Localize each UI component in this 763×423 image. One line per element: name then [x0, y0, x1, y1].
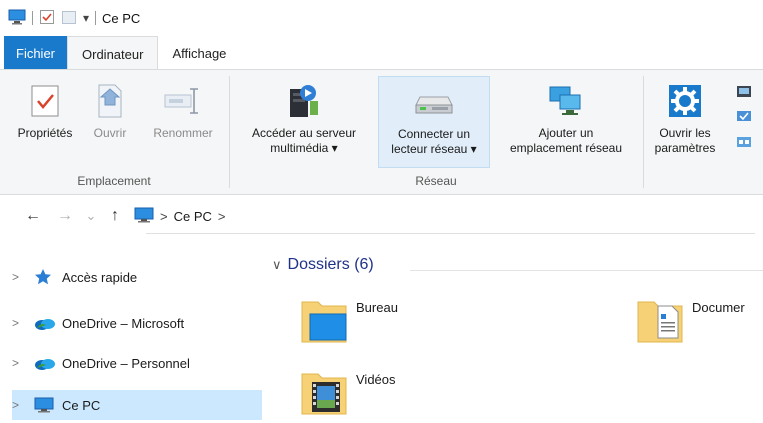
open-settings-label-1: Ouvrir les — [659, 126, 711, 140]
videos-folder-icon — [300, 366, 348, 419]
network-location-icon — [546, 76, 586, 126]
folder-item-desktop[interactable]: Bureau — [300, 294, 398, 347]
rename-label: Renommer — [153, 126, 213, 140]
media-server-label-1: Accéder au serveur — [251, 126, 357, 140]
forward-button[interactable]: → — [54, 207, 76, 225]
new-folder-icon[interactable] — [61, 9, 77, 28]
folder-item-videos[interactable]: Vidéos — [300, 366, 396, 419]
window-title: Ce PC — [102, 10, 141, 26]
network-drive-icon — [414, 77, 454, 127]
rename-button[interactable]: Renommer — [146, 76, 220, 168]
add-network-location-button[interactable]: Ajouter un emplacement réseau — [494, 76, 638, 168]
open-settings-button[interactable]: Ouvrir les paramètres — [650, 76, 720, 168]
folder-name: Bureau — [356, 300, 398, 315]
map-network-drive-button[interactable]: Connecter un lecteur réseau ▾ — [378, 76, 490, 168]
tab-file[interactable]: Fichier — [4, 36, 68, 70]
media-server-icon — [284, 76, 324, 126]
sidebar-item-label: Accès rapide — [62, 269, 138, 285]
sidebar-item-quick-access[interactable]: > Accès rapide — [12, 262, 262, 292]
tab-computer[interactable]: Ordinateur — [67, 36, 159, 71]
breadcrumb-separator[interactable]: > — [218, 209, 226, 224]
back-button[interactable]: ← — [22, 207, 44, 225]
ribbon-tabs: Fichier Ordinateur Affichage — [0, 36, 763, 71]
rename-icon — [163, 76, 203, 126]
star-icon — [34, 268, 62, 286]
breadcrumb-item-this-pc[interactable]: Ce PC — [174, 209, 212, 224]
content-pane: ∨ Dossiers (6) Bureau Documer Vidéos — [262, 248, 763, 423]
system-group: Ouvrir les paramètres — [644, 70, 763, 194]
quick-access-toolbar: ▾ — [8, 9, 102, 28]
address-underline — [146, 233, 755, 234]
monitor-icon — [34, 397, 62, 413]
open-label: Ouvrir — [93, 126, 127, 140]
title-bar: ▾ Ce PC — [0, 0, 763, 36]
uninstall-programs-icon[interactable] — [736, 84, 752, 103]
network-group: Accéder au serveur multimédia ▾ Connecte… — [230, 70, 642, 194]
customize-toolbar-icon[interactable]: ▾ — [83, 11, 89, 25]
up-button[interactable]: ↑ — [104, 207, 126, 225]
documents-folder-icon — [636, 294, 684, 347]
section-title: Dossiers (6) — [287, 256, 374, 273]
onedrive-icon — [34, 355, 62, 371]
recent-locations-button[interactable]: ⌄ — [80, 208, 102, 224]
breadcrumb-separator[interactable]: > — [160, 209, 168, 224]
navigation-pane: > Accès rapide > OneDrive – Microsoft > … — [0, 248, 262, 423]
properties-icon — [30, 76, 60, 126]
add-network-location-label-2: emplacement réseau — [509, 141, 623, 155]
properties-button[interactable]: Propriétés — [14, 76, 76, 168]
system-small-buttons — [736, 84, 752, 153]
sidebar-item-label: OneDrive – Microsoft — [62, 315, 185, 331]
open-icon — [93, 76, 127, 126]
properties-check-icon[interactable] — [39, 9, 55, 28]
monitor-icon — [134, 207, 154, 226]
location-group-label: Emplacement — [77, 174, 151, 188]
map-network-drive-label-1: Connecter un — [397, 127, 471, 141]
computer-icon — [8, 9, 26, 28]
gear-icon — [667, 76, 703, 126]
network-group-label: Réseau — [415, 174, 457, 188]
sidebar-item-label: Ce PC — [62, 397, 101, 413]
system-properties-icon[interactable] — [736, 109, 752, 128]
sidebar-item-this-pc[interactable]: > Ce PC — [12, 390, 262, 420]
folders-section-header[interactable]: ∨ Dossiers (6) — [272, 256, 374, 274]
breadcrumb[interactable]: > Ce PC > — [134, 207, 231, 226]
folder-name: Documer — [692, 300, 745, 315]
expand-arrow-icon[interactable]: > — [12, 356, 34, 370]
folder-item-documents[interactable]: Documer — [636, 294, 745, 347]
media-server-button[interactable]: Accéder au serveur multimédia ▾ — [234, 76, 374, 168]
expand-arrow-icon[interactable]: > — [12, 270, 34, 284]
sidebar-item-onedrive-microsoft[interactable]: > OneDrive – Microsoft — [12, 308, 262, 338]
media-server-label-2: multimédia ▾ — [270, 141, 338, 155]
chevron-down-icon[interactable]: ∨ — [272, 257, 282, 273]
open-button[interactable]: Ouvrir — [80, 76, 140, 168]
sidebar-item-label: OneDrive – Personnel — [62, 355, 190, 371]
address-bar: ← → ⌄ ↑ > Ce PC > — [0, 196, 763, 236]
sidebar-item-onedrive-personal[interactable]: > OneDrive – Personnel — [12, 348, 262, 378]
folder-name: Vidéos — [356, 372, 396, 387]
properties-label: Propriétés — [17, 126, 73, 140]
ribbon: Propriétés Ouvrir Renommer Emplacement A… — [0, 69, 763, 195]
open-settings-label-2: paramètres — [654, 141, 716, 155]
expand-arrow-icon[interactable]: > — [12, 398, 34, 412]
onedrive-icon — [34, 315, 62, 331]
section-divider — [410, 270, 763, 271]
tab-view[interactable]: Affichage — [158, 36, 240, 70]
expand-arrow-icon[interactable]: > — [12, 316, 34, 330]
desktop-folder-icon — [300, 294, 348, 347]
manage-icon[interactable] — [736, 134, 752, 153]
add-network-location-label-1: Ajouter un — [538, 126, 594, 140]
map-network-drive-label-2: lecteur réseau ▾ — [391, 142, 477, 156]
location-group: Propriétés Ouvrir Renommer Emplacement — [0, 70, 228, 194]
